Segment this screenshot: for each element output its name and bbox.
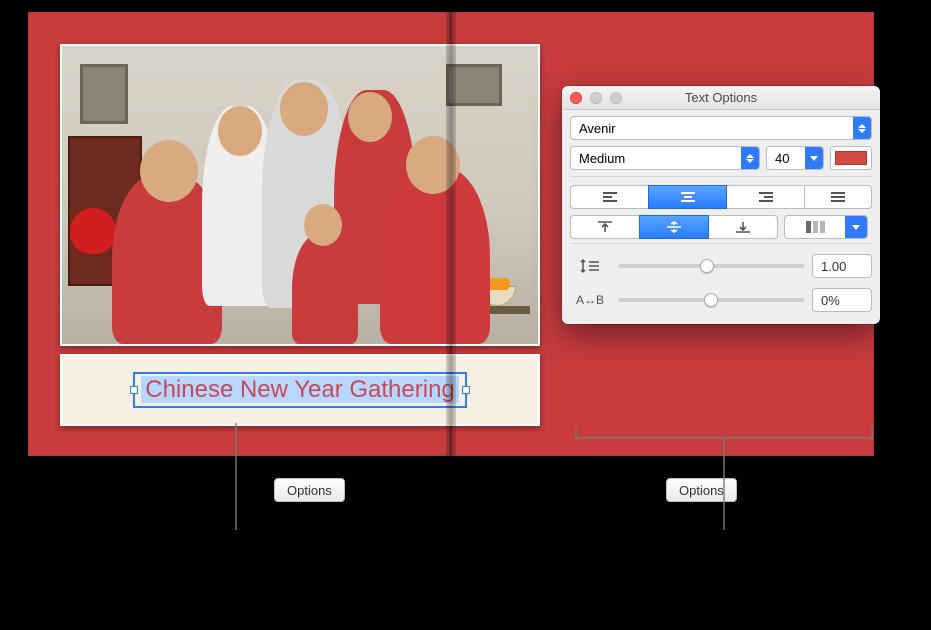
options-label: Options bbox=[287, 483, 332, 498]
font-family-select[interactable]: Avenir bbox=[570, 116, 872, 140]
caption-text-box[interactable]: Chinese New Year Gathering bbox=[133, 372, 467, 408]
options-pill-left[interactable]: Options bbox=[274, 478, 345, 502]
align-center-button[interactable] bbox=[648, 185, 727, 209]
font-size-select[interactable]: 40 bbox=[766, 146, 824, 170]
options-label: Options bbox=[679, 483, 724, 498]
divider bbox=[570, 176, 872, 177]
valign-middle-icon bbox=[666, 221, 682, 233]
line-spacing-icon bbox=[570, 258, 610, 274]
line-spacing-slider[interactable] bbox=[618, 256, 804, 276]
align-left-icon bbox=[602, 191, 618, 203]
stepper-arrows-icon bbox=[741, 147, 759, 169]
window-minimize-button[interactable] bbox=[590, 92, 602, 104]
window-zoom-button[interactable] bbox=[610, 92, 622, 104]
caption-frame[interactable]: Chinese New Year Gathering bbox=[60, 354, 540, 426]
font-family-value: Avenir bbox=[579, 121, 616, 136]
font-weight-select[interactable]: Medium bbox=[570, 146, 760, 170]
char-spacing-value[interactable]: 0% bbox=[812, 288, 872, 312]
valign-bottom-button[interactable] bbox=[708, 215, 778, 239]
valign-top-button[interactable] bbox=[570, 215, 640, 239]
photo-family-scene bbox=[62, 46, 538, 344]
char-spacing-label: A↔B bbox=[570, 293, 610, 307]
columns-select[interactable] bbox=[784, 215, 868, 239]
resize-handle-right[interactable] bbox=[462, 386, 470, 394]
align-left-button[interactable] bbox=[570, 185, 649, 209]
divider bbox=[570, 243, 872, 244]
align-right-button[interactable] bbox=[726, 185, 805, 209]
resize-handle-left[interactable] bbox=[130, 386, 138, 394]
window-close-button[interactable] bbox=[570, 92, 582, 104]
slider-thumb[interactable] bbox=[704, 293, 718, 307]
text-options-panel[interactable]: Text Options Avenir Medium 40 bbox=[562, 86, 880, 324]
align-justify-button[interactable] bbox=[804, 185, 872, 209]
valign-top-icon bbox=[597, 221, 613, 233]
columns-icon bbox=[785, 216, 845, 238]
char-spacing-slider[interactable] bbox=[618, 290, 804, 310]
line-spacing-value[interactable]: 1.00 bbox=[812, 254, 872, 278]
stepper-arrows-icon bbox=[853, 117, 871, 139]
panel-titlebar[interactable]: Text Options bbox=[562, 86, 880, 110]
options-pill-right[interactable]: Options bbox=[666, 478, 737, 502]
align-right-icon bbox=[758, 191, 774, 203]
font-weight-value: Medium bbox=[579, 151, 625, 166]
text-color-swatch[interactable] bbox=[830, 146, 872, 170]
align-justify-icon bbox=[830, 191, 846, 203]
slider-thumb[interactable] bbox=[700, 259, 714, 273]
valign-middle-button[interactable] bbox=[639, 215, 709, 239]
font-size-value: 40 bbox=[775, 151, 789, 166]
color-sample-icon bbox=[835, 151, 867, 165]
photo-frame[interactable] bbox=[60, 44, 540, 346]
chevron-down-icon bbox=[805, 147, 823, 169]
chevron-down-icon bbox=[845, 216, 867, 238]
caption-text[interactable]: Chinese New Year Gathering bbox=[141, 376, 459, 403]
valign-bottom-icon bbox=[735, 221, 751, 233]
book-page-left: Chinese New Year Gathering bbox=[28, 12, 451, 456]
align-center-icon bbox=[680, 191, 696, 203]
